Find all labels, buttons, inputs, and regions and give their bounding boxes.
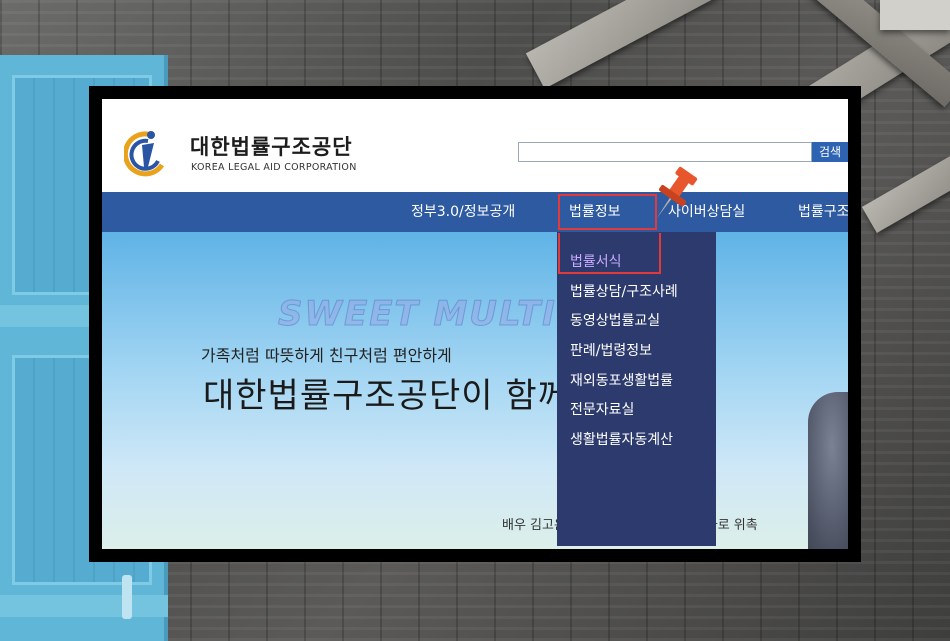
- submenu-item-expert-resources[interactable]: 전문자료실: [570, 399, 634, 419]
- site-header: 대한법률구조공단 KOREA LEGAL AID CORPORATION 검색: [102, 99, 848, 192]
- screenshot-frame: 대한법률구조공단 KOREA LEGAL AID CORPORATION 검색 …: [89, 86, 861, 562]
- submenu-item-video-law-class[interactable]: 동영상법률교실: [570, 310, 660, 330]
- nav-item-legal-aid[interactable]: 법률구조: [798, 192, 848, 232]
- hero-person-image: [808, 392, 848, 549]
- background-stair: [525, 0, 775, 89]
- highlight-box-submenu: [558, 233, 661, 274]
- shutter-latch: [122, 575, 132, 619]
- search-button[interactable]: 검색: [812, 142, 848, 162]
- logo-english-name[interactable]: KOREA LEGAL AID CORPORATION: [191, 162, 357, 173]
- submenu-item-counseling-cases[interactable]: 법률상담/구조사례: [570, 281, 678, 301]
- submenu-item-auto-calculation[interactable]: 생활법률자동계산: [570, 429, 673, 449]
- search-input[interactable]: [518, 142, 812, 162]
- push-pin-icon: [656, 166, 698, 219]
- shutter-bar: [0, 595, 168, 617]
- nav-item-government-info[interactable]: 정부3.0/정보공개: [411, 192, 515, 232]
- desktop-background: 대한법률구조공단 KOREA LEGAL AID CORPORATION 검색 …: [0, 0, 950, 641]
- submenu-item-overseas-koreans-law[interactable]: 재외동포생활법률: [570, 370, 673, 390]
- background-stair: [880, 0, 950, 30]
- legal-info-dropdown-menu: 법률서식 법률상담/구조사례 동영상법률교실 판례/법령정보 재외동포생활법률 …: [557, 232, 716, 546]
- background-stair: [861, 137, 950, 233]
- main-nav: 정부3.0/정보공개 법률정보 사이버상담실 법률구조: [102, 192, 848, 232]
- submenu-item-precedents-laws[interactable]: 판례/법령정보: [570, 340, 652, 360]
- korea-legal-aid-logo-icon[interactable]: [124, 127, 166, 177]
- hero-banner[interactable]: SWEET MULTI STORY 가족처럼 따뜻하게 친구처럼 편안하게 대한…: [102, 232, 848, 549]
- logo-korean-name[interactable]: 대한법률구조공단: [190, 131, 353, 161]
- website: 대한법률구조공단 KOREA LEGAL AID CORPORATION 검색 …: [102, 99, 848, 549]
- hero-subtitle: 가족처럼 따뜻하게 친구처럼 편안하게: [201, 346, 452, 365]
